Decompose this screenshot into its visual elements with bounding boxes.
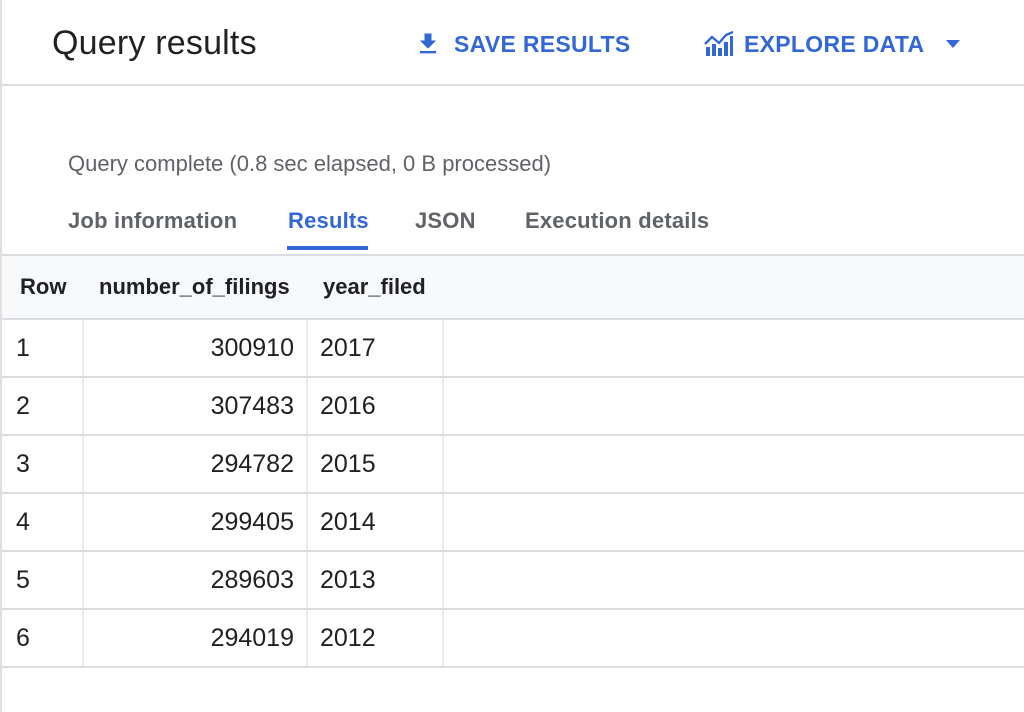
- number-of-filings-cell[interactable]: 299405: [82, 494, 294, 550]
- row-number-cell: 6: [16, 624, 30, 652]
- tab-job-information[interactable]: Job information: [68, 206, 237, 236]
- number-of-filings-cell[interactable]: 294019: [82, 610, 294, 666]
- column-divider: [306, 378, 308, 434]
- column-header-year-filed[interactable]: year_filed: [323, 272, 426, 302]
- number-of-filings-cell[interactable]: 300910: [82, 320, 294, 376]
- year-filed-cell[interactable]: 2016: [320, 378, 440, 434]
- explore-data-label: EXPLORE DATA: [744, 30, 925, 57]
- table-header: Row number_of_filings year_filed: [2, 256, 1024, 320]
- column-divider: [442, 552, 444, 608]
- results-tabs: Job information Results JSON Execution d…: [2, 196, 1024, 256]
- results-header: Query results SAVE RESULTS EXPLORE DATA: [2, 0, 1024, 86]
- table-row[interactable]: 2 307483 2016: [2, 378, 1024, 436]
- year-filed-cell[interactable]: 2014: [320, 494, 440, 550]
- save-results-label: SAVE RESULTS: [454, 30, 631, 57]
- download-icon: [414, 30, 454, 58]
- column-divider: [442, 436, 444, 492]
- column-divider: [442, 378, 444, 434]
- active-tab-indicator: [287, 246, 368, 250]
- tab-execution-details[interactable]: Execution details: [525, 206, 709, 236]
- column-divider: [306, 494, 308, 550]
- chart-icon: [704, 30, 744, 58]
- results-table: Row number_of_filings year_filed 1 30091…: [2, 256, 1024, 668]
- number-of-filings-cell[interactable]: 289603: [82, 552, 294, 608]
- column-divider: [306, 552, 308, 608]
- number-of-filings-cell[interactable]: 294782: [82, 436, 294, 492]
- tab-results[interactable]: Results: [288, 206, 369, 236]
- column-divider: [442, 610, 444, 666]
- column-divider: [306, 436, 308, 492]
- query-status: Query complete (0.8 sec elapsed, 0 B pro…: [68, 151, 552, 176]
- column-divider: [442, 494, 444, 550]
- column-divider: [306, 610, 308, 666]
- year-filed-cell[interactable]: 2012: [320, 610, 440, 666]
- column-header-row[interactable]: Row: [20, 272, 66, 302]
- caret-down-icon[interactable]: [924, 38, 962, 50]
- column-divider: [442, 320, 444, 376]
- table-row[interactable]: 1 300910 2017: [2, 320, 1024, 378]
- explore-data-button[interactable]: EXPLORE DATA: [704, 26, 962, 62]
- page-title: Query results: [52, 24, 257, 62]
- tab-json[interactable]: JSON: [415, 206, 476, 236]
- table-row[interactable]: 5 289603 2013: [2, 552, 1024, 610]
- table-row[interactable]: 3 294782 2015: [2, 436, 1024, 494]
- table-row[interactable]: 4 299405 2014: [2, 494, 1024, 552]
- column-header-number-of-filings[interactable]: number_of_filings: [99, 272, 290, 302]
- year-filed-cell[interactable]: 2015: [320, 436, 440, 492]
- table-row[interactable]: 6 294019 2012: [2, 610, 1024, 668]
- number-of-filings-cell[interactable]: 307483: [82, 378, 294, 434]
- save-results-button[interactable]: SAVE RESULTS: [414, 26, 631, 62]
- query-results-panel: Query results SAVE RESULTS EXPLORE DATA: [0, 0, 1024, 712]
- row-number-cell: 5: [16, 566, 30, 594]
- row-number-cell: 4: [16, 508, 30, 536]
- year-filed-cell[interactable]: 2017: [320, 320, 440, 376]
- row-number-cell: 1: [16, 334, 30, 362]
- row-number-cell: 2: [16, 392, 30, 420]
- row-number-cell: 3: [16, 450, 30, 478]
- column-divider: [306, 320, 308, 376]
- year-filed-cell[interactable]: 2013: [320, 552, 440, 608]
